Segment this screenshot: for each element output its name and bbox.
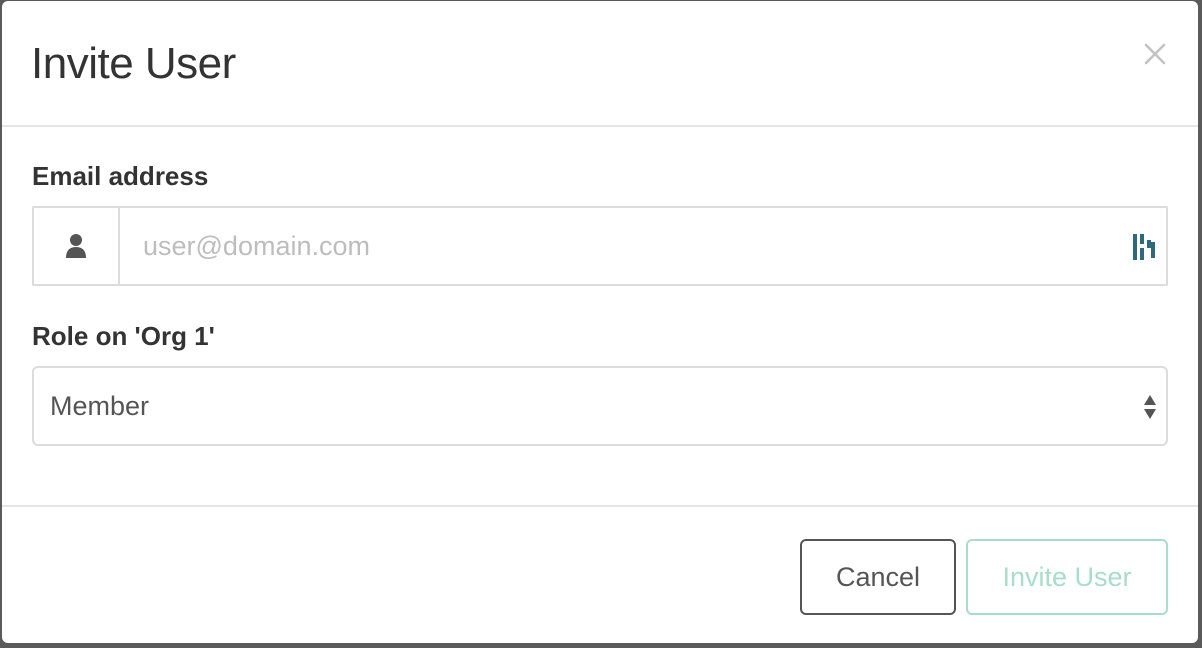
- email-input-group: [32, 206, 1168, 286]
- user-icon: [65, 233, 87, 259]
- email-label: Email address: [32, 161, 209, 191]
- modal-title: Invite User: [31, 39, 236, 88]
- invite-user-button[interactable]: Invite User: [966, 539, 1168, 615]
- role-label: Role on 'Org 1': [32, 321, 215, 351]
- password-manager-icon[interactable]: [1132, 232, 1156, 262]
- role-select[interactable]: Member: [32, 366, 1168, 446]
- cancel-button[interactable]: Cancel: [800, 539, 956, 615]
- email-addon: [34, 208, 120, 284]
- close-icon[interactable]: [1140, 39, 1170, 69]
- modal-footer: Cancel Invite User: [2, 505, 1198, 643]
- modal-header: Invite User: [2, 1, 1198, 127]
- email-field[interactable]: [120, 208, 1166, 284]
- invite-user-modal: Invite User Email address user@domain.co…: [2, 1, 1198, 643]
- modal-body: Email address user@domain.com Role on 'O…: [2, 127, 1198, 505]
- role-select-value: Member: [50, 391, 150, 421]
- select-arrows-icon: [1142, 393, 1158, 421]
